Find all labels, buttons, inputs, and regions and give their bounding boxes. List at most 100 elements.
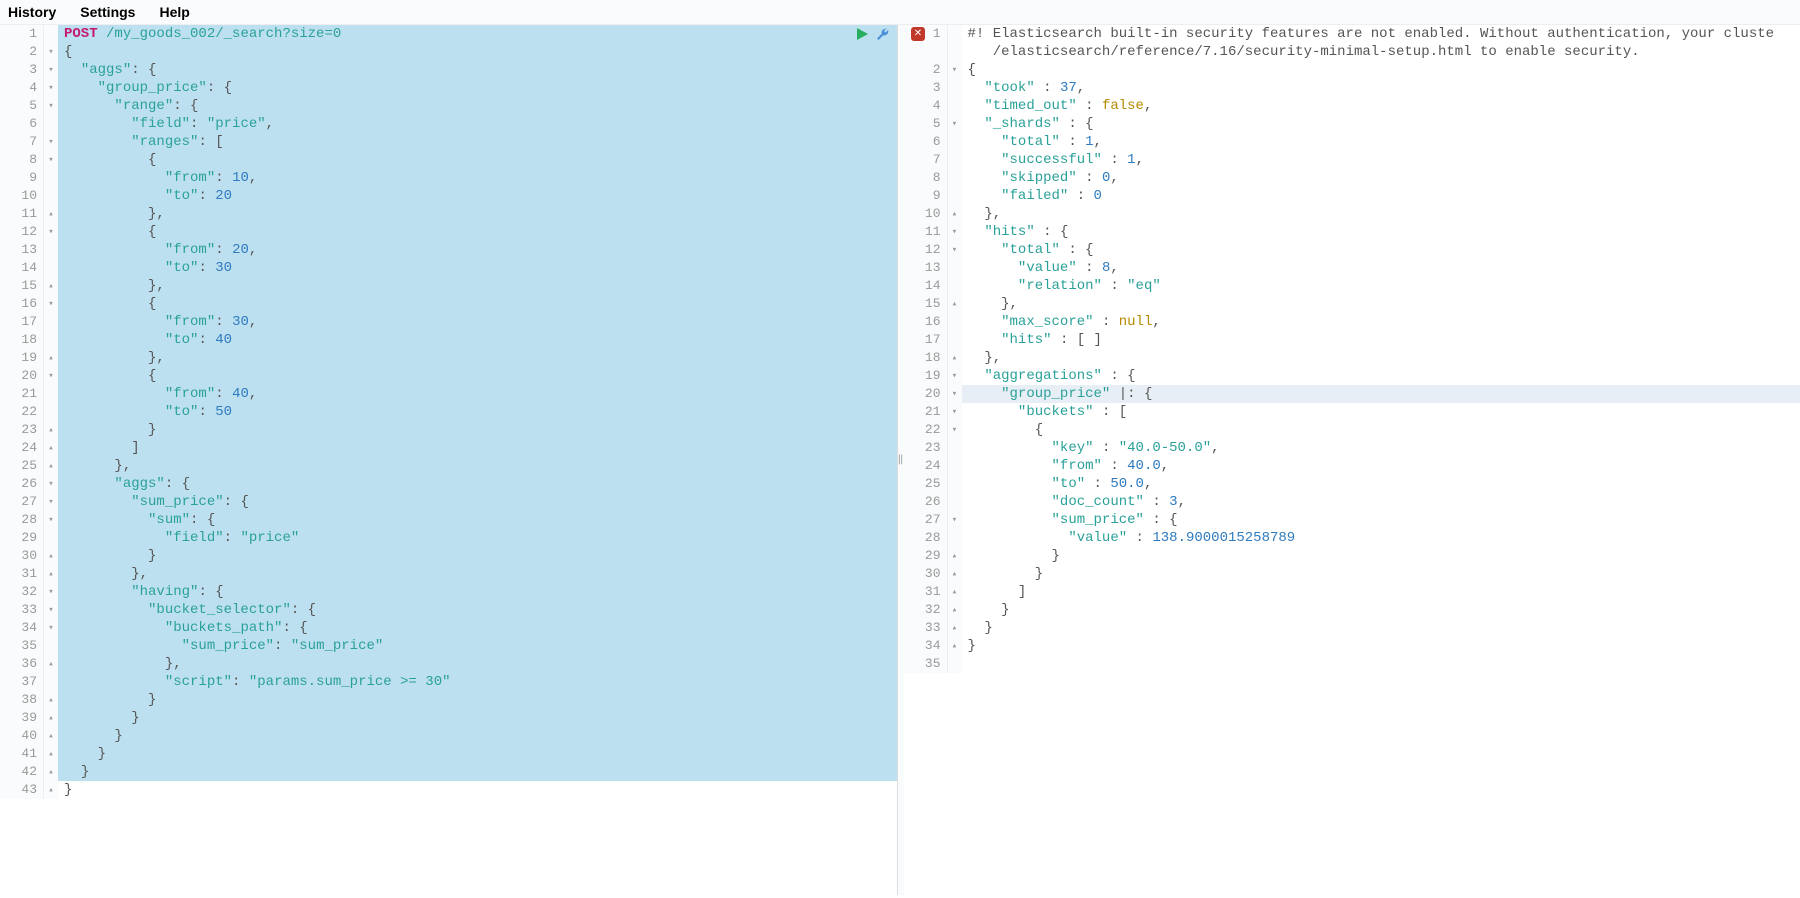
fold-toggle[interactable]: ▾ — [44, 79, 58, 97]
fold-toggle[interactable]: ▴ — [44, 565, 58, 583]
fold-toggle[interactable]: ▴ — [948, 349, 962, 367]
fold-toggle[interactable]: ▾ — [44, 367, 58, 385]
code-line[interactable]: "from": 40, — [58, 385, 897, 403]
code-line[interactable]: } — [58, 763, 897, 781]
fold-toggle[interactable]: ▾ — [948, 385, 962, 403]
code-line[interactable]: "max_score" : null, — [962, 313, 1800, 331]
fold-toggle[interactable]: ▴ — [948, 637, 962, 655]
code-line[interactable]: "skipped" : 0, — [962, 169, 1800, 187]
code-line[interactable]: "aggs": { — [58, 475, 897, 493]
code-line[interactable]: }, — [58, 655, 897, 673]
fold-toggle[interactable]: ▴ — [44, 421, 58, 439]
menu-history[interactable]: History — [8, 4, 56, 20]
code-line[interactable]: { — [58, 295, 897, 313]
fold-toggle[interactable]: ▴ — [44, 349, 58, 367]
fold-toggle[interactable]: ▾ — [44, 475, 58, 493]
fold-toggle[interactable]: ▴ — [44, 457, 58, 475]
code-line[interactable]: "buckets" : [ — [962, 403, 1800, 421]
code-line[interactable]: "group_price" |: { — [962, 385, 1800, 403]
run-icon[interactable] — [855, 27, 869, 46]
code-line[interactable]: #! Elasticsearch built-in security featu… — [962, 25, 1800, 43]
fold-toggle[interactable]: ▴ — [44, 727, 58, 745]
code-line[interactable]: "from": 10, — [58, 169, 897, 187]
code-line[interactable]: } — [962, 565, 1800, 583]
code-line[interactable]: "total" : { — [962, 241, 1800, 259]
code-line[interactable]: { — [58, 223, 897, 241]
code-line[interactable]: "to" : 50.0, — [962, 475, 1800, 493]
fold-toggle[interactable]: ▾ — [948, 367, 962, 385]
code-line[interactable]: "failed" : 0 — [962, 187, 1800, 205]
request-editor[interactable]: 1POST /my_goods_002/_search?size=02▾{3▾ … — [0, 25, 897, 799]
code-line[interactable]: "sum_price" : { — [962, 511, 1800, 529]
fold-toggle[interactable]: ▾ — [948, 421, 962, 439]
code-line[interactable]: "_shards" : { — [962, 115, 1800, 133]
menu-help[interactable]: Help — [159, 4, 189, 20]
code-line[interactable]: } — [962, 547, 1800, 565]
code-line[interactable]: "from": 30, — [58, 313, 897, 331]
code-line[interactable]: "bucket_selector": { — [58, 601, 897, 619]
code-line[interactable]: ] — [962, 583, 1800, 601]
fold-toggle[interactable]: ▾ — [44, 511, 58, 529]
code-line[interactable]: "aggregations" : { — [962, 367, 1800, 385]
fold-toggle[interactable]: ▴ — [44, 763, 58, 781]
fold-toggle[interactable]: ▾ — [44, 493, 58, 511]
fold-toggle[interactable]: ▾ — [44, 601, 58, 619]
code-line[interactable]: }, — [58, 205, 897, 223]
code-line[interactable]: "hits" : [ ] — [962, 331, 1800, 349]
fold-toggle[interactable]: ▴ — [44, 205, 58, 223]
response-pane[interactable]: ✕ 1#! Elasticsearch built-in security fe… — [904, 25, 1800, 895]
code-line[interactable]: "from" : 40.0, — [962, 457, 1800, 475]
code-line[interactable]: } — [58, 421, 897, 439]
code-line[interactable]: "to": 20 — [58, 187, 897, 205]
code-line[interactable]: } — [962, 601, 1800, 619]
fold-toggle[interactable]: ▾ — [948, 511, 962, 529]
code-line[interactable]: } — [58, 709, 897, 727]
code-line[interactable]: ] — [58, 439, 897, 457]
fold-toggle[interactable]: ▾ — [44, 151, 58, 169]
code-line[interactable]: "to": 50 — [58, 403, 897, 421]
code-line[interactable]: "field": "price" — [58, 529, 897, 547]
fold-toggle[interactable]: ▾ — [44, 583, 58, 601]
code-line[interactable]: }, — [962, 349, 1800, 367]
fold-toggle[interactable]: ▴ — [44, 691, 58, 709]
fold-toggle[interactable]: ▴ — [948, 565, 962, 583]
fold-toggle[interactable]: ▴ — [44, 439, 58, 457]
code-line[interactable]: "value" : 8, — [962, 259, 1800, 277]
code-line[interactable]: "successful" : 1, — [962, 151, 1800, 169]
fold-toggle[interactable]: ▴ — [948, 583, 962, 601]
code-line[interactable]: } — [962, 637, 1800, 655]
code-line[interactable]: "sum_price": { — [58, 493, 897, 511]
fold-toggle[interactable]: ▴ — [948, 295, 962, 313]
code-line[interactable]: { — [58, 151, 897, 169]
fold-toggle[interactable]: ▴ — [44, 709, 58, 727]
fold-toggle[interactable]: ▴ — [44, 781, 58, 799]
code-line[interactable] — [962, 655, 1800, 673]
code-line[interactable]: "doc_count" : 3, — [962, 493, 1800, 511]
code-line[interactable]: }, — [58, 277, 897, 295]
fold-toggle[interactable]: ▾ — [44, 43, 58, 61]
code-line[interactable]: "from": 20, — [58, 241, 897, 259]
code-line[interactable]: } — [58, 781, 897, 799]
code-line[interactable]: "timed_out" : false, — [962, 97, 1800, 115]
fold-toggle[interactable]: ▴ — [948, 601, 962, 619]
code-line[interactable]: "group_price": { — [58, 79, 897, 97]
fold-toggle[interactable]: ▾ — [44, 619, 58, 637]
code-line[interactable]: } — [58, 727, 897, 745]
code-line[interactable]: } — [58, 691, 897, 709]
code-line[interactable]: "took" : 37, — [962, 79, 1800, 97]
code-line[interactable]: "field": "price", — [58, 115, 897, 133]
wrench-icon[interactable] — [875, 27, 889, 46]
request-pane[interactable]: 1POST /my_goods_002/_search?size=02▾{3▾ … — [0, 25, 898, 895]
code-line[interactable]: }, — [58, 349, 897, 367]
fold-toggle[interactable]: ▴ — [948, 619, 962, 637]
fold-toggle[interactable]: ▾ — [44, 61, 58, 79]
code-line[interactable]: "to": 30 — [58, 259, 897, 277]
fold-toggle[interactable]: ▾ — [948, 403, 962, 421]
fold-toggle[interactable]: ▾ — [44, 133, 58, 151]
code-line[interactable]: }, — [58, 457, 897, 475]
code-line[interactable]: "having": { — [58, 583, 897, 601]
code-line[interactable]: { — [962, 421, 1800, 439]
menu-settings[interactable]: Settings — [80, 4, 135, 20]
code-line[interactable]: "ranges": [ — [58, 133, 897, 151]
code-line[interactable]: "range": { — [58, 97, 897, 115]
